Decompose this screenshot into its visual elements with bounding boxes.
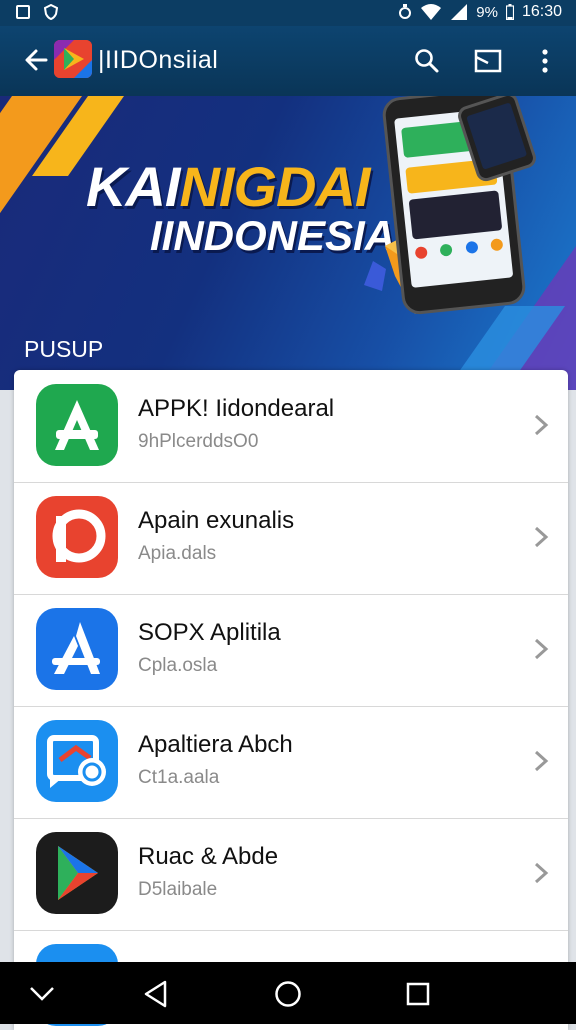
chevron-right-icon: [534, 526, 549, 548]
app-subtitle: 9hPlcerddsO0: [138, 431, 259, 452]
app-list: APPK! Iidondearal 9hPlcerddsO0 Apain exu…: [14, 370, 568, 1030]
app-subtitle: Ct1a.aala: [138, 767, 220, 788]
red-p-icon: [36, 496, 118, 578]
app-subtitle: Apia.dals: [138, 543, 217, 564]
navigation-bar: [0, 962, 576, 1024]
app-bar: |IIDOnsiial: [0, 26, 576, 96]
list-item[interactable]: Apaltiera Abch Ct1a.aala: [14, 706, 568, 819]
battery-icon: [505, 4, 514, 20]
app-title: Ruac & Abde: [138, 843, 279, 870]
banner-title: KAINIGDAI: [86, 155, 370, 218]
app-title: SOPX Aplitila: [138, 619, 281, 646]
list-item[interactable]: APPK! Iidondearal 9hPlcerddsO0: [14, 370, 568, 483]
alarm-icon: [399, 4, 412, 19]
app-subtitle: Cpla.osla: [138, 655, 218, 676]
banner-subtitle: IINDONESIA: [150, 212, 396, 259]
battery-level: 9%: [476, 3, 498, 21]
section-label: PUSUP: [24, 336, 104, 362]
cube-icon: [364, 261, 386, 291]
cast-icon[interactable]: [471, 44, 505, 78]
list-item[interactable]: SOPX Aplitila Cpla.osla: [14, 594, 568, 707]
clock: 16:30: [521, 3, 562, 20]
app-subtitle: D5laibale: [138, 879, 218, 900]
app-title: Apain exunalis: [138, 507, 295, 534]
more-vert-icon[interactable]: [528, 44, 562, 78]
back-arrow-icon[interactable]: [20, 42, 56, 78]
back-icon[interactable]: [136, 974, 176, 1014]
app-logo: [54, 40, 92, 78]
blue-a-icon: [36, 608, 118, 690]
notification-icon: [16, 5, 30, 19]
list-item[interactable]: Ruac & Abde D5laibale: [14, 818, 568, 931]
signal-icon: [451, 4, 468, 20]
blue-chart-icon: [36, 720, 118, 802]
play-store-icon: [36, 832, 118, 914]
recents-icon[interactable]: [398, 974, 438, 1014]
chevron-right-icon: [534, 414, 549, 436]
chevron-right-icon: [534, 862, 549, 884]
green-a-icon: [36, 384, 118, 466]
app-title: APPK! Iidondearal: [138, 395, 335, 422]
app-title: |IIDOnsiial: [98, 46, 219, 74]
app-title: Apaltiera Abch: [138, 731, 293, 758]
wifi-icon: [421, 4, 442, 20]
chevron-right-icon: [534, 750, 549, 772]
hero-banner[interactable]: KAINIGDAI IINDONESIA PUSUP: [0, 96, 576, 390]
shield-icon: [44, 4, 58, 20]
list-item[interactable]: Apain exunalis Apia.dals: [14, 482, 568, 595]
search-icon[interactable]: [410, 44, 444, 78]
status-bar: 9% 16:30: [0, 0, 576, 26]
collapse-icon[interactable]: [22, 974, 62, 1014]
home-icon[interactable]: [268, 974, 308, 1014]
chevron-right-icon: [534, 638, 549, 660]
